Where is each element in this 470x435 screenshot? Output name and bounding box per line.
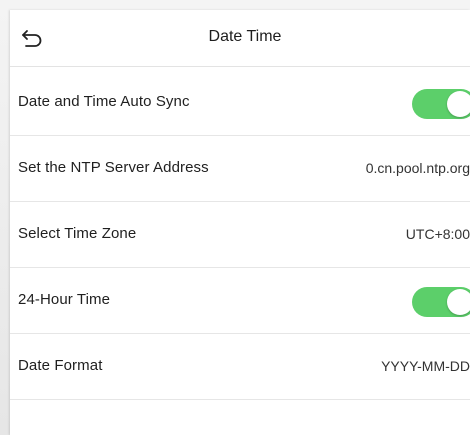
row-label: 24-Hour Time: [18, 291, 111, 308]
auto-sync-toggle[interactable]: [412, 89, 470, 119]
toggle-knob: [447, 289, 470, 315]
row-label: Select Time Zone: [18, 225, 137, 242]
row-value: 0.cn.pool.ntp.org: [365, 160, 470, 176]
row-auto-sync[interactable]: Date and Time Auto Sync: [10, 70, 470, 136]
row-label: Date and Time Auto Sync: [18, 93, 190, 110]
row-date-format[interactable]: Date Format YYYY-MM-DD: [10, 334, 470, 400]
settings-list: Date and Time Auto Sync Set the NTP Serv…: [10, 70, 470, 400]
row-value: YYYY-MM-DD: [381, 358, 470, 374]
row-label: Set the NTP Server Address: [18, 159, 209, 176]
row-value: UTC+8:00: [405, 226, 470, 242]
row-24-hour[interactable]: 24-Hour Time: [10, 268, 470, 334]
page-title: Date Time: [208, 28, 282, 45]
toggle-knob: [447, 91, 470, 117]
date-time-screen: Date Time Date and Time Auto Sync Set th…: [10, 10, 470, 435]
row-time-zone[interactable]: Select Time Zone UTC+8:00: [10, 202, 470, 268]
row-ntp-server[interactable]: Set the NTP Server Address 0.cn.pool.ntp…: [10, 136, 470, 202]
24-hour-toggle[interactable]: [412, 287, 470, 317]
row-label: Date Format: [18, 357, 103, 374]
header-bar: Date Time: [10, 10, 470, 67]
